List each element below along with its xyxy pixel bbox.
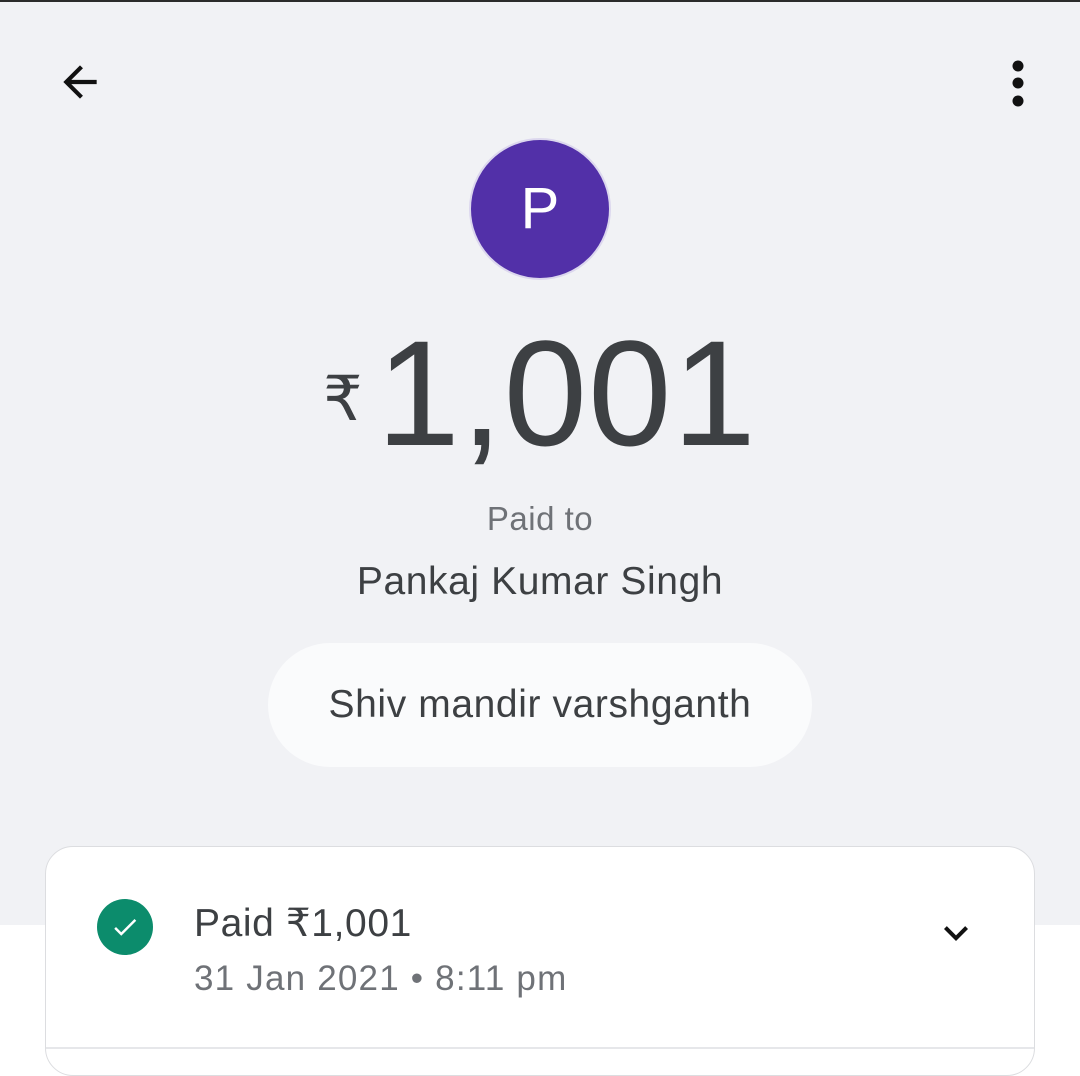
- avatar-letter: P: [520, 176, 560, 241]
- back-button[interactable]: [50, 52, 110, 112]
- status-title: Paid ₹1,001: [194, 902, 412, 945]
- chevron-down-icon: [944, 926, 968, 941]
- check-circle-icon: [97, 899, 153, 955]
- card-divider: [46, 1047, 1034, 1049]
- transaction-status-card[interactable]: Paid ₹1,001 31 Jan 2021 • 8:11 pm: [45, 846, 1035, 1076]
- avatar: P: [469, 138, 611, 280]
- expand-details-button[interactable]: [926, 903, 986, 963]
- status-datetime: 31 Jan 2021 • 8:11 pm: [194, 959, 568, 998]
- arrow-left-icon: [63, 65, 97, 99]
- currency-symbol: ₹: [323, 365, 363, 434]
- more-options-button[interactable]: [988, 52, 1048, 112]
- payee-name[interactable]: Pankaj Kumar Singh: [0, 560, 1080, 604]
- top-edge: [0, 0, 1080, 2]
- amount-value: 1,001: [376, 309, 757, 477]
- payment-note: Shiv mandir varshganth: [268, 643, 812, 767]
- amount-display: ₹ 1,001: [0, 318, 1080, 468]
- more-vertical-icon: [1012, 60, 1024, 107]
- paid-to-label: Paid to: [486, 500, 594, 537]
